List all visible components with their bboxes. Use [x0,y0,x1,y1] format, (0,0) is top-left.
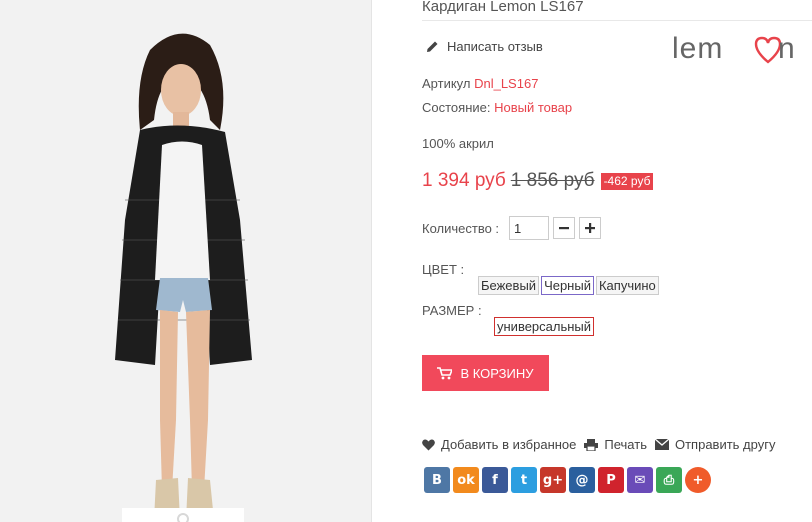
quantity-increase-button[interactable] [579,217,602,239]
color-label: ЦВЕТ : [422,262,465,277]
product-actions: Добавить в избранное Печать Отправить др… [422,437,783,452]
email-icon: ✉ [634,472,646,488]
color-options: Бежевый Черный Капучино [478,276,659,295]
wishlist-label: Добавить в избранное [441,437,577,452]
mail-ru-icon: @ [575,472,589,488]
quantity-input[interactable] [509,216,550,240]
mail-ru-share-button[interactable]: @ [569,467,595,493]
svg-text:n: n [778,32,795,65]
add-to-cart-button[interactable]: В КОРЗИНУ [422,355,549,391]
email-share-button[interactable]: ✉ [627,467,653,493]
write-review-label: Написать отзыв [447,39,543,54]
color-option-black[interactable]: Черный [541,276,594,295]
color-option-cappuccino[interactable]: Капучино [595,276,659,295]
size-option-universal[interactable]: универсальный [494,317,595,336]
social-share-bar: B ok f t g+ @ P ✉ ⎙ + [424,467,711,493]
envelope-icon [654,439,669,450]
write-review-link[interactable]: Написать отзыв [426,39,543,54]
add-to-wishlist-link[interactable]: Добавить в избранное [422,437,576,452]
printer-icon [584,438,599,451]
price-block: 1 394 руб 1 856 руб -462 руб [422,170,654,192]
twitter-share-button[interactable]: t [511,467,537,493]
quantity-row: Количество : [422,216,602,240]
discount-badge: -462 руб [600,172,654,190]
product-image-panel[interactable] [0,0,372,522]
vk-share-button[interactable]: B [424,467,450,493]
cart-icon [437,366,453,379]
plus-icon [585,223,596,233]
print-icon: ⎙ [663,472,675,488]
facebook-icon: f [492,472,498,488]
minus-icon [559,227,570,230]
brand-logo[interactable]: lem n [670,30,802,66]
old-price: 1 856 руб [510,170,595,191]
vk-icon: B [432,472,442,488]
page-title: Кардиган Lemon LS167 [422,0,584,15]
google-plus-share-button[interactable]: g+ [540,467,566,493]
condition-value: Новый товар [494,100,573,115]
odnoklassniki-share-button[interactable]: ok [453,467,479,493]
more-share-button[interactable]: + [685,467,711,493]
thumbnail-strip[interactable] [122,508,244,522]
article-value: Dnl_LS167 [474,76,539,91]
quantity-label: Количество : [422,220,500,236]
size-options: универсальный [494,317,595,336]
current-price: 1 394 руб [422,170,506,191]
heart-icon [422,439,435,450]
google-plus-icon: g+ [542,472,564,488]
pinterest-icon: P [606,472,616,488]
article-label: Артикул [422,76,471,91]
article-row: Артикул Dnl_LS167 [422,76,538,91]
condition-row: Состояние: Новый товар [422,100,572,115]
print-link[interactable]: Печать [584,437,647,452]
pinterest-share-button[interactable]: P [598,467,624,493]
product-description: 100% акрил [422,136,494,151]
add-to-cart-label: В КОРЗИНУ [460,365,534,381]
size-label: РАЗМЕР : [422,303,482,318]
title-divider [422,20,812,21]
pencil-icon [427,41,438,52]
condition-label: Состояние: [422,100,491,115]
twitter-icon: t [520,472,528,488]
product-photo [115,33,252,520]
thumbnail-indicator[interactable] [177,513,189,522]
plus-icon: + [692,472,704,488]
print-share-button[interactable]: ⎙ [656,467,682,493]
product-details: Кардиган Lemon LS167 Написать отзыв lem … [372,0,812,522]
odnoklassniki-icon: ok [457,472,475,488]
color-option-beige[interactable]: Бежевый [478,276,540,295]
quantity-decrease-button[interactable] [553,217,576,239]
svg-text:lem: lem [672,32,723,65]
send-to-friend-link[interactable]: Отправить другу [654,437,776,452]
facebook-share-button[interactable]: f [482,467,508,493]
print-label: Печать [604,437,647,452]
send-to-friend-label: Отправить другу [674,437,776,452]
